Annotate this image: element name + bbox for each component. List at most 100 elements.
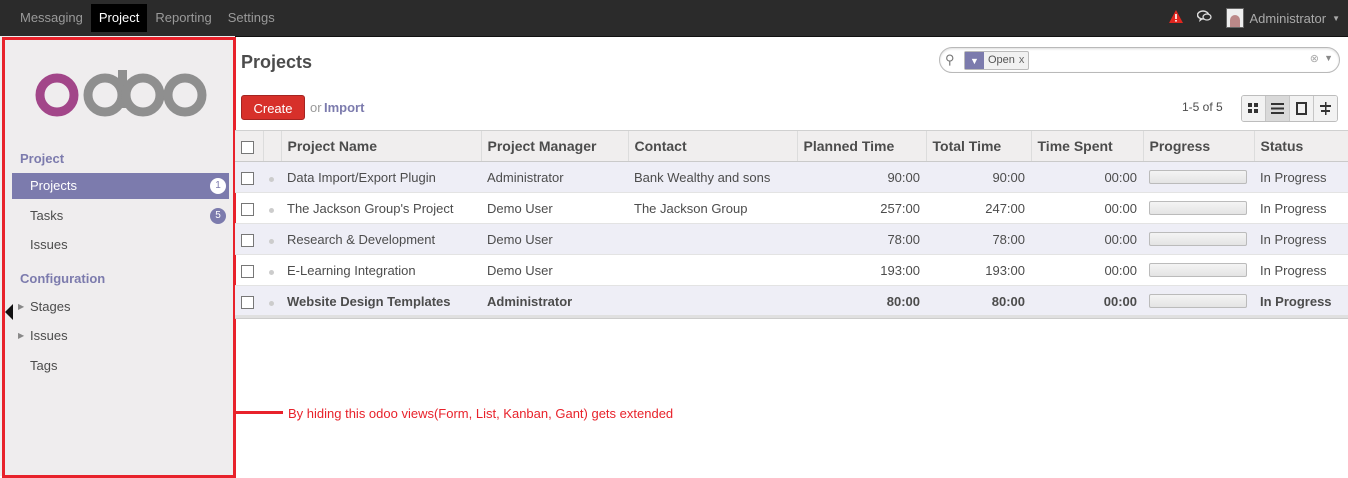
- sidebar-item-label: Issues: [30, 237, 68, 252]
- cell-planned-time: 257:00: [797, 192, 926, 224]
- progress-bar: [1149, 294, 1247, 308]
- gantt-icon[interactable]: [1314, 96, 1337, 121]
- cell-project-manager: Demo User: [481, 223, 628, 255]
- annotation-line: [233, 411, 283, 414]
- sidebar-item-label: Issues: [30, 328, 68, 343]
- sidebar-item-tags[interactable]: Tags: [12, 353, 229, 379]
- col-time-spent[interactable]: Time Spent: [1030, 130, 1143, 162]
- remove-facet-icon[interactable]: x: [1019, 52, 1029, 69]
- cell-progress: [1143, 161, 1254, 193]
- import-link[interactable]: Import: [324, 100, 364, 115]
- select-all-checkbox[interactable]: [235, 130, 263, 162]
- col-project-manager[interactable]: Project Manager: [480, 130, 628, 162]
- cell-status: In Progress: [1254, 223, 1348, 255]
- filter-facet[interactable]: ▼ Open x: [964, 51, 1030, 70]
- create-button[interactable]: Create: [241, 95, 305, 120]
- expand-triangle-icon[interactable]: ▶: [18, 294, 24, 320]
- cell-project-name: The Jackson Group's Project: [281, 192, 481, 224]
- chat-icon[interactable]: [1196, 10, 1212, 26]
- sidebar-item-stages[interactable]: ▶ Stages: [12, 294, 229, 320]
- row-handle-icon: [263, 285, 281, 317]
- menu-messaging[interactable]: Messaging: [12, 4, 91, 32]
- sidebar-item-label: Tags: [30, 358, 58, 373]
- cell-project-name: Website Design Templates: [281, 285, 481, 317]
- col-project-name[interactable]: Project Name: [280, 130, 481, 162]
- page-title: Projects: [241, 52, 313, 72]
- facet-value: Open: [988, 54, 1015, 66]
- table-row[interactable]: E-Learning Integration Demo User 193:00 193…: [235, 254, 1348, 286]
- table-footer: [235, 315, 1348, 319]
- row-checkbox[interactable]: [235, 254, 263, 286]
- cell-total-time: 247:00: [926, 192, 1031, 224]
- annotation-text: By hiding this odoo views(Form, List, Ka…: [288, 406, 674, 421]
- table-row[interactable]: Research & Development Demo User 78:00 78:0…: [235, 223, 1348, 255]
- cell-project-name: Data Import/Export Plugin: [281, 161, 481, 193]
- row-checkbox[interactable]: [235, 285, 263, 317]
- row-handle-icon: [263, 254, 281, 286]
- cell-project-manager: Administrator: [481, 285, 628, 317]
- handle-header: [262, 130, 281, 162]
- search-icon: ⚲: [945, 52, 955, 67]
- list-icon[interactable]: [1266, 96, 1290, 121]
- cell-time-spent: 00:00: [1031, 161, 1143, 193]
- col-progress[interactable]: Progress: [1142, 130, 1254, 162]
- cell-progress: [1143, 254, 1254, 286]
- table-header-row: Project Name Project Manager Contact Pla…: [235, 130, 1348, 162]
- table-row[interactable]: Website Design Templates Administrator 80:…: [235, 285, 1348, 317]
- cell-progress: [1143, 223, 1254, 255]
- menu-project[interactable]: Project: [90, 4, 148, 32]
- sidebar-item-config-issues[interactable]: ▶ Issues: [12, 323, 229, 349]
- sidebar-heading-configuration: Configuration: [20, 271, 106, 286]
- table-row[interactable]: Data Import/Export Plugin Administrator Ba…: [235, 161, 1348, 193]
- cell-project-manager: Demo User: [481, 254, 628, 286]
- warning-icon[interactable]: [1168, 10, 1183, 26]
- cell-status: In Progress: [1254, 161, 1348, 193]
- sidebar-item-tasks[interactable]: Tasks 5: [12, 203, 229, 229]
- sidebar-toggle-arrow-icon[interactable]: [5, 304, 13, 320]
- row-handle-icon: [263, 223, 281, 255]
- cell-total-time: 90:00: [926, 161, 1031, 193]
- sidebar-item-projects[interactable]: Projects 1: [12, 173, 229, 199]
- cell-planned-time: 193:00: [797, 254, 926, 286]
- progress-bar: [1149, 263, 1247, 277]
- cell-project-name: Research & Development: [281, 223, 481, 255]
- cell-project-name: E-Learning Integration: [281, 254, 481, 286]
- user-menu[interactable]: Administrator ▼: [1225, 8, 1340, 28]
- row-checkbox[interactable]: [235, 223, 263, 255]
- count-badge: 5: [210, 208, 226, 224]
- cell-status: In Progress: [1254, 285, 1348, 317]
- cell-time-spent: 00:00: [1031, 223, 1143, 255]
- col-contact[interactable]: Contact: [627, 130, 797, 162]
- top-bar: Messaging Project Reporting Settings Adm…: [0, 0, 1348, 37]
- sidebar-item-issues[interactable]: Issues: [12, 232, 229, 258]
- kanban-icon[interactable]: [1242, 96, 1266, 121]
- clear-search-icon[interactable]: ⊗: [1310, 52, 1319, 65]
- search-dropdown-icon[interactable]: ▼: [1324, 53, 1333, 63]
- col-total-time[interactable]: Total Time: [925, 130, 1031, 162]
- view-switcher: [1241, 95, 1338, 122]
- row-checkbox[interactable]: [235, 161, 263, 193]
- table-row[interactable]: The Jackson Group's Project Demo User The …: [235, 192, 1348, 224]
- cell-planned-time: 80:00: [797, 285, 926, 317]
- pager[interactable]: 1-5 of 5: [1182, 100, 1223, 114]
- cell-time-spent: 00:00: [1031, 285, 1143, 317]
- menu-settings[interactable]: Settings: [220, 4, 283, 32]
- avatar: [1225, 8, 1244, 28]
- sidebar-item-label: Tasks: [30, 208, 64, 223]
- menu-reporting[interactable]: Reporting: [147, 4, 219, 32]
- form-icon[interactable]: [1290, 96, 1314, 121]
- search-box[interactable]: ⚲ ▼ Open x ⊗ ▼: [939, 47, 1340, 73]
- cell-total-time: 78:00: [926, 223, 1031, 255]
- cell-contact: The Jackson Group: [628, 192, 797, 224]
- col-planned-time[interactable]: Planned Time: [796, 130, 926, 162]
- progress-bar: [1149, 201, 1247, 215]
- expand-triangle-icon[interactable]: ▶: [18, 323, 24, 349]
- progress-bar: [1149, 232, 1247, 246]
- cell-contact: [628, 285, 797, 317]
- projects-table: Project Name Project Manager Contact Pla…: [235, 130, 1348, 317]
- cell-time-spent: 00:00: [1031, 192, 1143, 224]
- sidebar-item-label: Stages: [30, 299, 71, 314]
- cell-contact: [628, 254, 797, 286]
- row-checkbox[interactable]: [235, 192, 263, 224]
- col-status[interactable]: Status: [1253, 130, 1348, 162]
